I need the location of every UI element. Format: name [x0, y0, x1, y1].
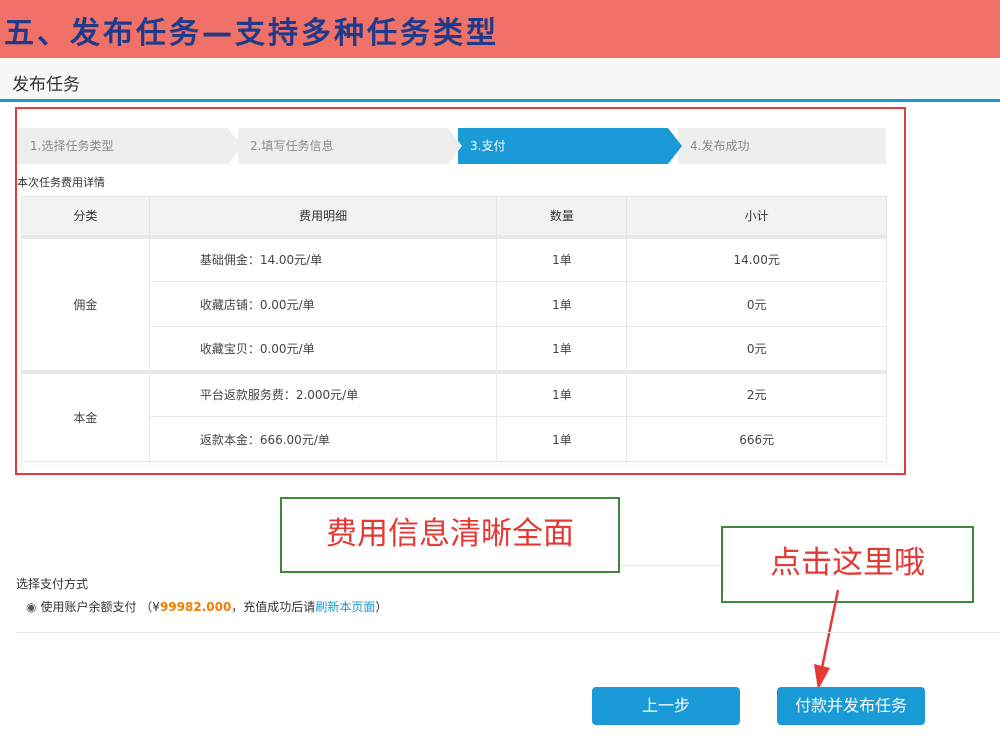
table-header-row: 分类 费用明细 数量 小计: [21, 196, 887, 237]
radio-selected-icon[interactable]: ◉: [26, 600, 36, 614]
detail-cell: 返款本金：666.00元/单: [148, 416, 498, 462]
table-row: 本金 平台返款服务费：2.000元/单 1单 2元: [21, 369, 887, 462]
qty-cell: 1单: [496, 326, 628, 372]
table-row: 佣金 基础佣金：14.00元/单 1单 14.00元: [21, 234, 887, 372]
category-cell: 本金: [21, 369, 150, 462]
option-middle: ，充值成功后请: [231, 600, 316, 614]
column-header: 费用明细: [148, 196, 498, 237]
qty-cell: 1单: [496, 234, 628, 282]
subtotal-cell: 666元: [626, 416, 887, 462]
subtotal-cell: 14.00元: [626, 234, 887, 282]
top-banner: 五、发布任务—支持多种任务类型: [0, 0, 1000, 58]
step-label: 3.支付: [470, 139, 506, 153]
step-arrow-icon: [668, 128, 682, 164]
detail-cell: 收藏店铺：0.00元/单: [148, 281, 498, 327]
fee-table: 分类 费用明细 数量 小计 佣金 基础佣金：14.00元/单 1单 14.00元…: [21, 196, 887, 462]
divider: [16, 632, 1000, 633]
divider: [620, 565, 720, 566]
column-header: 小计: [626, 196, 887, 237]
step-progress: 1.选择任务类型 2.填写任务信息 3.支付 4.发布成功: [18, 128, 886, 164]
payment-method-title: 选择支付方式: [16, 577, 89, 591]
step-success: 4.发布成功: [678, 128, 886, 164]
column-header: 数量: [496, 196, 628, 237]
option-suffix: ）: [375, 600, 388, 614]
detail-cell: 平台返款服务费：2.000元/单: [148, 369, 498, 417]
step-label: 1.选择任务类型: [30, 139, 114, 153]
step-select-type: 1.选择任务类型: [18, 128, 242, 164]
subtotal-cell: 0元: [626, 281, 887, 327]
annotation-text: 费用信息清晰全面: [326, 516, 574, 552]
column-header: 分类: [21, 196, 150, 237]
table-row: 收藏宝贝：0.00元/单 1单 0元: [22, 326, 887, 372]
step-arrow-icon: [228, 128, 242, 164]
page-header: 发布任务: [0, 58, 1000, 102]
refresh-page-link[interactable]: 刷新本页面: [315, 600, 375, 614]
banner-title: 五、发布任务—支持多种任务类型: [4, 16, 499, 51]
detail-cell: 收藏宝贝：0.00元/单: [148, 326, 498, 372]
subtotal-cell: 0元: [626, 326, 887, 372]
subtotal-cell: 2元: [626, 369, 887, 417]
page-title: 发布任务: [12, 75, 80, 95]
balance-amount: 99982.000: [159, 600, 232, 614]
qty-cell: 1单: [496, 416, 628, 462]
step-label: 4.发布成功: [690, 139, 750, 153]
qty-cell: 1单: [496, 369, 628, 417]
step-label: 2.填写任务信息: [250, 139, 334, 153]
fee-caption: 本次任务费用详情: [17, 176, 105, 189]
qty-cell: 1单: [496, 281, 628, 327]
previous-step-button[interactable]: 上一步: [592, 687, 740, 725]
pay-and-publish-button[interactable]: 付款并发布任务: [777, 687, 925, 725]
payment-option-balance[interactable]: ◉ 使用账户余额支付 （¥99982.000，充值成功后请刷新本页面）: [26, 598, 387, 615]
step-pay: 3.支付: [458, 128, 682, 164]
category-cell: 佣金: [21, 234, 150, 372]
annotation-fee-clear: 费用信息清晰全面: [280, 497, 620, 573]
step-fill-info: 2.填写任务信息: [238, 128, 462, 164]
table-row: 返款本金：666.00元/单 1单 666元: [22, 416, 887, 462]
table-row: 收藏店铺：0.00元/单 1单 0元: [22, 281, 887, 327]
detail-cell: 基础佣金：14.00元/单: [148, 234, 498, 282]
red-arrow-icon: [814, 589, 840, 690]
step-arrow-icon: [448, 128, 462, 164]
option-prefix: 使用账户余额支付 （¥: [40, 600, 160, 614]
